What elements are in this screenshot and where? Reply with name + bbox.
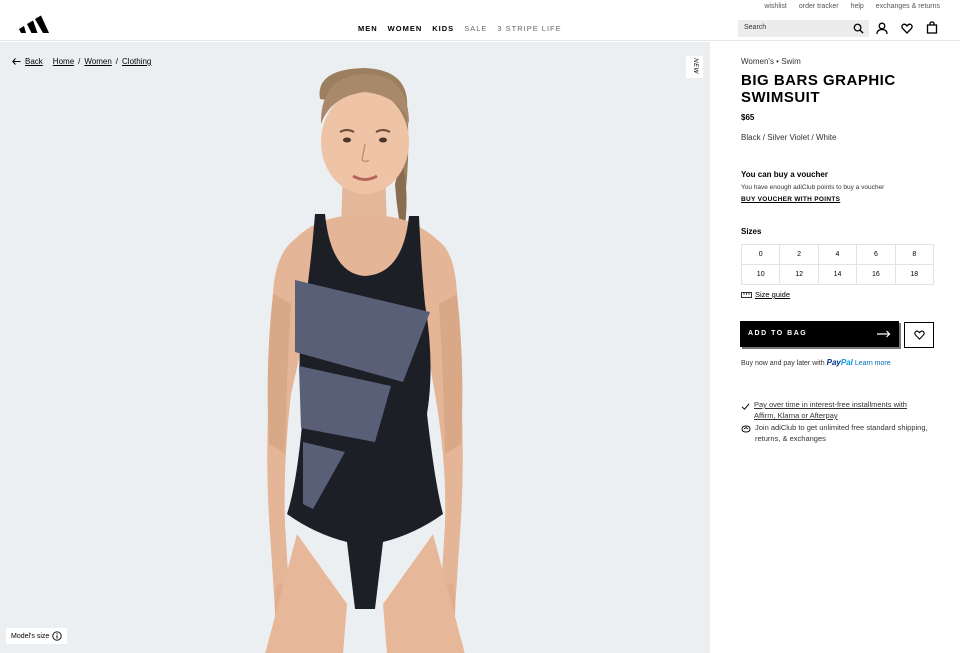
search-icon[interactable] bbox=[853, 23, 864, 34]
size-option-4[interactable]: 4 bbox=[818, 245, 858, 265]
paypal-logo-pal: Pal bbox=[840, 358, 853, 367]
nav-sale[interactable]: SALE bbox=[464, 24, 487, 33]
ruler-icon bbox=[741, 291, 752, 298]
wishlist-link[interactable]: wishlist bbox=[764, 3, 787, 10]
product-title: BIG BARS GRAPHIC SWIMSUIT bbox=[741, 72, 896, 106]
paypal-learn-more-link[interactable]: Learn more bbox=[855, 360, 891, 367]
buy-voucher-link[interactable]: BUY VOUCHER WITH POINTS bbox=[741, 196, 840, 203]
model-size-label: Model's size bbox=[11, 632, 50, 640]
order-tracker-link[interactable]: order tracker bbox=[799, 3, 839, 10]
heart-icon bbox=[913, 330, 925, 340]
adidas-logo-icon[interactable] bbox=[18, 13, 50, 33]
size-option-12[interactable]: 12 bbox=[780, 265, 819, 285]
size-option-14[interactable]: 14 bbox=[818, 265, 858, 285]
search-input[interactable]: Search bbox=[738, 20, 869, 37]
product-image-area: Back Home / Women / Clothing NEW Model's… bbox=[0, 42, 710, 653]
breadcrumb-clothing[interactable]: Clothing bbox=[122, 57, 151, 66]
installments-benefit: Pay over time in interest-free installme… bbox=[741, 399, 929, 421]
size-option-0[interactable]: 0 bbox=[742, 245, 781, 265]
nav-men[interactable]: MEN bbox=[358, 24, 378, 33]
installments-link[interactable]: Pay over time in interest-free installme… bbox=[754, 399, 929, 421]
add-to-bag-button[interactable]: ADD TO BAG bbox=[740, 321, 899, 347]
size-option-2[interactable]: 2 bbox=[780, 245, 819, 265]
product-model-image[interactable] bbox=[225, 64, 485, 653]
check-icon bbox=[741, 403, 750, 410]
account-icon[interactable] bbox=[876, 22, 888, 35]
sizes-label: Sizes bbox=[741, 227, 762, 236]
product-color: Black / Silver Violet / White bbox=[741, 133, 837, 142]
voucher-title: You can buy a voucher bbox=[741, 170, 828, 179]
breadcrumb-home[interactable]: Home bbox=[53, 57, 74, 66]
breadcrumb-separator: / bbox=[115, 57, 119, 66]
new-badge: NEW bbox=[686, 56, 703, 78]
size-option-10[interactable]: 10 bbox=[742, 265, 781, 285]
product-category: Women's • Swim bbox=[741, 57, 801, 66]
paypal-logo: PayPal bbox=[827, 358, 853, 367]
new-badge-label: NEW bbox=[692, 58, 698, 74]
breadcrumb-separator: / bbox=[78, 57, 81, 66]
help-link[interactable]: help bbox=[851, 3, 864, 10]
breadcrumb: Back Home / Women / Clothing bbox=[12, 57, 151, 66]
info-icon bbox=[52, 631, 62, 641]
back-link[interactable]: Back bbox=[12, 57, 43, 66]
wishlist-heart-icon[interactable] bbox=[901, 22, 913, 35]
adiclub-benefit: Join adiClub to get unlimited free stand… bbox=[741, 422, 930, 444]
back-arrow-icon bbox=[12, 58, 21, 65]
adiclub-icon bbox=[741, 425, 751, 433]
site-header: wishlist order tracker help exchanges & … bbox=[0, 0, 960, 41]
back-label[interactable]: Back bbox=[25, 57, 43, 66]
size-option-16[interactable]: 16 bbox=[857, 265, 896, 285]
arrow-right-icon bbox=[877, 330, 891, 338]
size-option-8[interactable]: 8 bbox=[895, 245, 934, 265]
paypal-message: Buy now and pay later with PayPal Learn … bbox=[741, 358, 891, 367]
search-placeholder: Search bbox=[744, 24, 767, 31]
size-guide-link[interactable]: Size guide bbox=[741, 290, 790, 299]
adiclub-benefit-text: Join adiClub to get unlimited free stand… bbox=[755, 423, 928, 443]
model-size-button[interactable]: Model's size bbox=[6, 628, 68, 644]
exchanges-returns-link[interactable]: exchanges & returns bbox=[876, 3, 940, 10]
bag-icon[interactable] bbox=[926, 21, 938, 34]
add-to-bag-label: ADD TO BAG bbox=[748, 330, 808, 337]
size-guide-label[interactable]: Size guide bbox=[755, 290, 790, 299]
breadcrumb-women[interactable]: Women bbox=[84, 57, 111, 66]
add-to-wishlist-button[interactable] bbox=[904, 322, 934, 348]
product-price: $65 bbox=[741, 113, 755, 122]
utility-links: wishlist order tracker help exchanges & … bbox=[764, 3, 940, 10]
main-nav: MEN WOMEN KIDS SALE 3 STRIPE LIFE bbox=[358, 24, 562, 33]
size-option-18[interactable]: 18 bbox=[895, 265, 934, 285]
size-option-6[interactable]: 6 bbox=[857, 245, 896, 265]
size-selector: 0 2 4 6 8 10 12 14 16 18 bbox=[741, 244, 934, 285]
voucher-description: You have enough adiClub points to buy a … bbox=[741, 184, 885, 191]
nav-3-stripe-life[interactable]: 3 STRIPE LIFE bbox=[497, 24, 561, 33]
nav-women[interactable]: WOMEN bbox=[388, 24, 423, 33]
nav-kids[interactable]: KIDS bbox=[432, 24, 454, 33]
paypal-prefix: Buy now and pay later with bbox=[741, 360, 825, 367]
paypal-logo-pay: Pay bbox=[826, 358, 841, 367]
